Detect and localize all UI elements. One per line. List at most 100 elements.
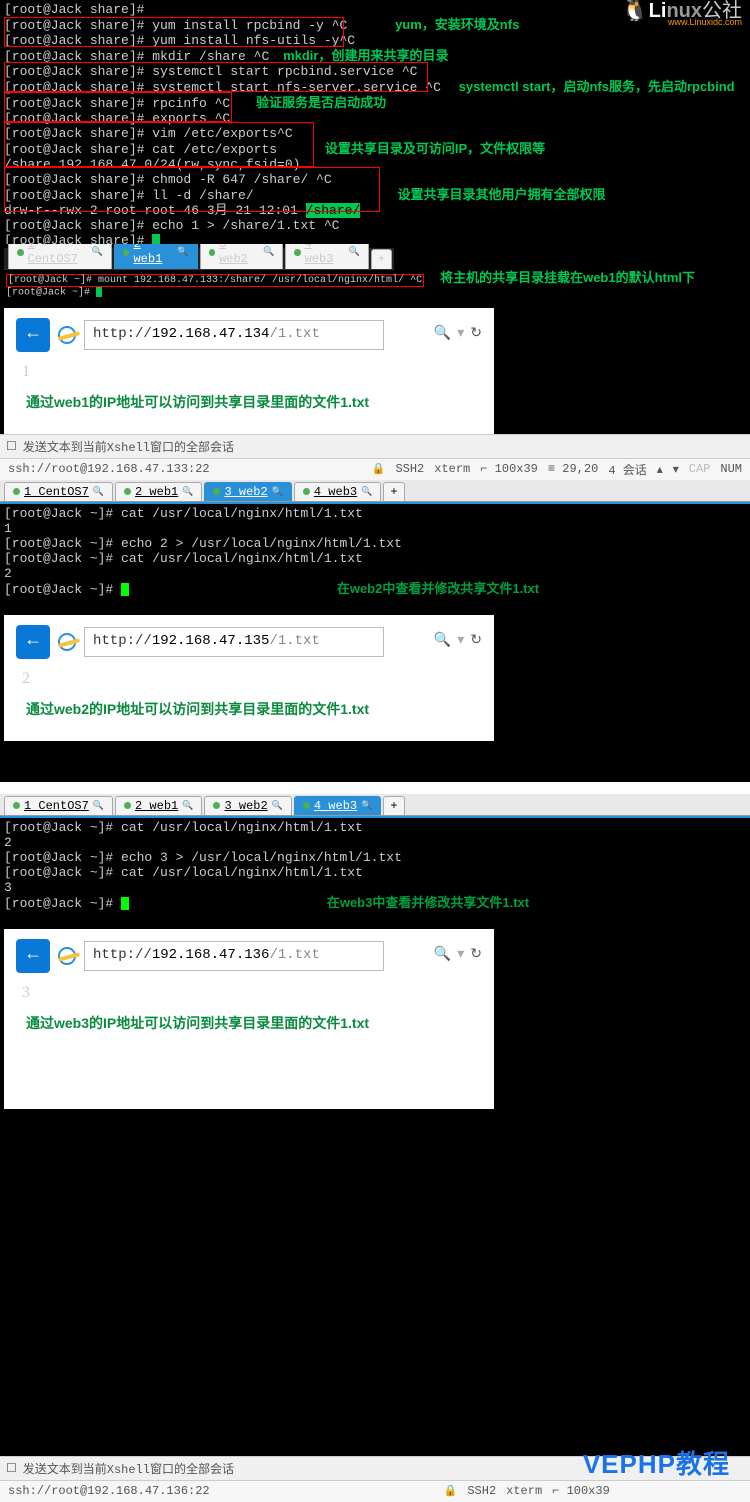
search-icon: 🔍 [349,245,360,260]
cursor-icon [121,897,129,910]
search-icon: 🔍 [361,487,372,497]
note-web3: 通过web3的IP地址可以访问到共享目录里面的文件1.txt [10,1008,488,1049]
tab-web3[interactable]: 4 web3🔍 [294,796,381,815]
back-button[interactable]: ← [16,625,50,659]
status-bar-136: ssh://root@192.168.47.136:22 🔒 SSH2 xter… [0,1480,750,1502]
browser-web2: ← http://192.168.47.135/1.txt 🔍▾ ↻ 2 通过w… [4,615,494,741]
term-line: [root@Jack share]# cat /etc/exports 设置共享… [4,141,746,157]
cursor-icon [96,287,102,297]
term-size: 100x39 [567,1484,610,1498]
tux-icon: 🐧 [621,0,648,22]
browser-web3: ← http://192.168.47.136/1.txt 🔍▾ ↻ 3 通过w… [4,929,494,1109]
ssh-host: ssh://root@192.168.47.136:22 [8,1484,210,1498]
tab-centos7[interactable]: 1 CentOS7🔍 [4,796,113,815]
term-line: [root@Jack ~]# cat /usr/local/nginx/html… [4,506,746,521]
tab-web1[interactable]: 2 web1🔍 [114,244,198,269]
annotation-verify: 验证服务是否启动成功 [256,95,386,110]
term-line: [root@Jack ~]# echo 2 > /usr/local/nginx… [4,536,746,551]
tab-centos7[interactable]: 1 CentOS7🔍 [4,482,113,501]
term-line: 2 [4,566,746,581]
cursor-pos: 29,20 [562,462,598,476]
term-line: /share 192.168.47.0/24(rw,sync,fsid=0) [4,157,746,172]
search-icon: 🔍 [177,245,188,260]
term-line: [root@Jack share]# vim /etc/exports^C [4,126,746,141]
term-line: [root@Jack share]# ll -d /share/ 设置共享目录其… [4,187,746,203]
lock-icon: 🔒 [444,1484,458,1498]
annotation-yum: yum，安装环境及nfs [395,17,519,32]
search-icon: 🔍 [93,801,104,811]
chevron-down-icon[interactable]: ▾ [673,462,679,477]
ie-icon [58,326,76,344]
terminal-web1[interactable]: [root@Jack ~]# mount 192.168.47.133:/sha… [4,270,746,302]
address-bar[interactable]: http://192.168.47.135/1.txt [84,627,384,657]
send-label: 发送文本到当前Xshell窗口的全部会话 [23,1460,234,1477]
search-icon: 🔍 [182,487,193,497]
caps-indicator: CAP [689,462,711,476]
note-web1: 通过web1的IP地址可以访问到共享目录里面的文件1.txt [10,387,488,428]
search-icon: 🔍 [272,487,283,497]
tab-web2[interactable]: 3 web2🔍 [204,482,291,501]
annotation-mkdir: mkdir，创建用来共享的目录 [283,48,448,63]
annotation-chmod: 设置共享目录其他用户拥有全部权限 [397,187,605,202]
back-button[interactable]: ← [16,318,50,352]
term-line: 2 [4,835,746,850]
linux-logo: 🐧Linux公社 www.Linuxidc.com [621,2,742,30]
search-icon[interactable]: 🔍 [434,634,451,649]
search-icon: 🔍 [272,801,283,811]
annotation-mount: 将主机的共享目录挂载在web1的默认html下 [440,270,695,285]
term-line: [root@Jack share]# rpcinfo ^C 验证服务是否启动成功 [4,95,746,111]
annotation-web3: 在web3中查看并修改共享文件1.txt [327,895,529,910]
tab-new[interactable]: + [371,249,392,269]
terminal-web1-wrap: 1 CentOS7🔍 2 web1🔍 3 web2🔍 4 web3🔍 + [ro… [0,244,750,434]
term-type: xterm [434,462,470,476]
term-line: [root@Jack ~]# cat /usr/local/nginx/html… [4,551,746,566]
terminal-web2[interactable]: [root@Jack ~]# cat /usr/local/nginx/html… [0,502,750,782]
tabs-web2: 1 CentOS7🔍 2 web1🔍 3 web2🔍 4 web3🔍 + [0,480,750,502]
term-line: [root@Jack share]# chmod -R 647 /share/ … [4,172,746,187]
tab-new[interactable]: + [383,482,404,501]
tab-web2[interactable]: 3 web2🔍 [200,244,284,269]
term-line: [root@Jack share]# echo 1 > /share/1.txt… [4,218,746,233]
term-line: 1 [4,521,746,536]
refresh-icon[interactable]: ↻ [470,634,482,649]
annotation-exports: 设置共享目录及可访问IP，文件权限等 [325,141,545,156]
search-icon[interactable]: 🔍 [434,327,451,342]
browser-web1: ← http://192.168.47.134/1.txt 🔍▾ ↻ 1 通过w… [4,308,494,434]
term-line: [root@Jack share]# mkdir /share ^C mkdir… [4,48,746,64]
page-content: 3 [10,977,488,1008]
address-bar[interactable]: http://192.168.47.134/1.txt [84,320,384,350]
arrow-left-icon: ← [28,948,39,963]
tab-new[interactable]: + [383,796,404,815]
term-line: [root@Jack share]# systemctl start nfs-s… [4,79,746,95]
term-line: drw-r--rwx 2 root root 46 3月 21 12:01 /s… [4,203,746,218]
refresh-icon[interactable]: ↻ [470,327,482,342]
tab-web2[interactable]: 3 web2🔍 [204,796,291,815]
lock-icon: 🔒 [372,462,386,476]
send-bar-133[interactable]: ☐ 发送文本到当前Xshell窗口的全部会话 [0,434,750,458]
term-line: [root@Jack ~]# 在web2中查看并修改共享文件1.txt [4,581,746,597]
tab-centos7[interactable]: 1 CentOS7🔍 [8,244,112,269]
tab-web1[interactable]: 2 web1🔍 [115,796,202,815]
search-icon: 🔍 [263,245,274,260]
note-web2: 通过web2的IP地址可以访问到共享目录里面的文件1.txt [10,694,488,735]
address-bar[interactable]: http://192.168.47.136/1.txt [84,941,384,971]
refresh-icon[interactable]: ↻ [470,948,482,963]
ie-icon [58,633,76,651]
annotation-systemctl: systemctl start，启动nfs服务，先启动rpcbind [459,79,735,94]
term-line: 3 [4,880,746,895]
tab-web3[interactable]: 4 web3🔍 [294,482,381,501]
share-dir-highlight: /share/ [306,203,361,218]
terminal-main[interactable]: 🐧Linux公社 www.Linuxidc.com [root@Jack sha… [0,0,750,244]
tab-web3[interactable]: 4 web3🔍 [285,244,369,269]
term-line: [root@Jack share]# systemctl start rpcbi… [4,64,746,79]
vephp-watermark: VEPHP教程 [583,1444,730,1481]
ie-icon [58,947,76,965]
search-icon[interactable]: 🔍 [434,948,451,963]
tab-web1[interactable]: 2 web1🔍 [115,482,202,501]
terminal-web3[interactable]: [root@Jack ~]# cat /usr/local/nginx/html… [0,816,750,1456]
cursor-icon [121,583,129,596]
back-button[interactable]: ← [16,939,50,973]
chevron-up-icon[interactable]: ▴ [657,462,663,477]
term-line: [root@Jack ~]# 在web3中查看并修改共享文件1.txt [4,895,746,911]
arrow-left-icon: ← [28,634,39,649]
